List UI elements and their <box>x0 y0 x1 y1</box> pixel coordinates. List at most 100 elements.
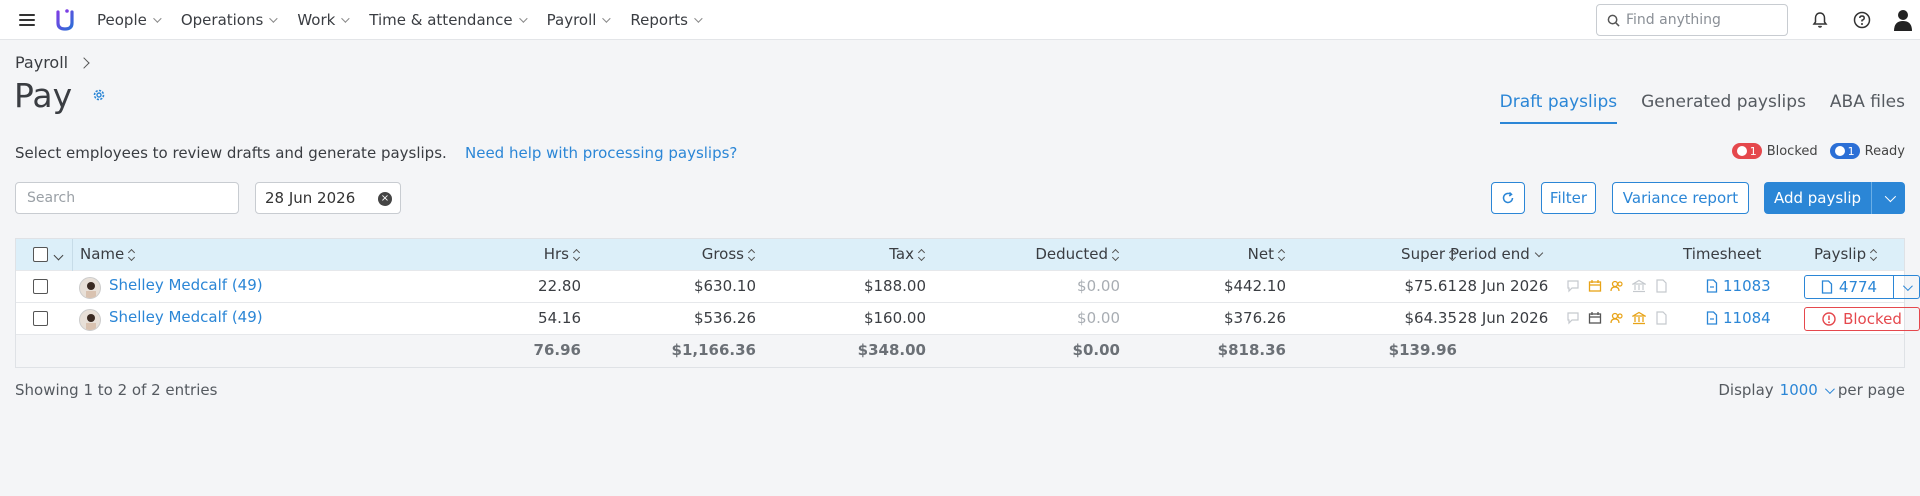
nav-payroll-label: Payroll <box>546 10 597 29</box>
tab-aba-files[interactable]: ABA files <box>1830 92 1905 124</box>
add-payslip-dropdown[interactable] <box>1871 182 1905 214</box>
gross-value: $630.10 <box>693 277 756 295</box>
user-avatar-icon[interactable] <box>1893 9 1913 31</box>
nav-people[interactable]: People <box>97 11 162 29</box>
page-size-control: Display 1000 per page <box>1718 381 1905 399</box>
help-processing-link[interactable]: Need help with processing payslips? <box>465 144 737 162</box>
help-icon[interactable] <box>1853 11 1871 29</box>
global-search-input[interactable] <box>1626 12 1776 28</box>
refresh-button[interactable] <box>1491 182 1525 214</box>
chevron-down-icon <box>1824 383 1835 394</box>
sort-icon <box>918 250 926 260</box>
nav-operations[interactable]: Operations <box>180 10 278 29</box>
col-period-end[interactable]: Period end <box>1450 245 1544 263</box>
payslip-dropdown[interactable] <box>1893 276 1919 298</box>
calendar-warning-icon[interactable] <box>1588 279 1602 293</box>
blocked-label: Blocked <box>1843 310 1902 328</box>
employee-name-link[interactable]: Shelley Medcalf (49) <box>109 308 263 326</box>
col-hrs-label: Hrs <box>543 245 569 263</box>
comment-icon[interactable] <box>1566 279 1580 293</box>
sort-icon <box>748 250 756 260</box>
timesheet-doc-icon <box>1706 279 1718 293</box>
payslip-button[interactable]: 4774 <box>1804 275 1920 299</box>
users-warning-icon[interactable] <box>1610 311 1624 325</box>
hrs-value: 22.80 <box>538 277 581 295</box>
row-checkbox[interactable] <box>33 311 48 326</box>
employee-avatar <box>79 277 101 299</box>
payslip-tabs: Draft payslips Generated payslips ABA fi… <box>1476 92 1905 124</box>
tab-generated-payslips[interactable]: Generated payslips <box>1641 92 1806 124</box>
add-payslip-label: Add payslip <box>1773 189 1862 207</box>
sort-icon <box>1112 250 1120 260</box>
page-size-select[interactable]: 1000 <box>1779 381 1835 399</box>
breadcrumb-payroll[interactable]: Payroll <box>15 53 68 72</box>
app-logo-icon[interactable] <box>55 8 75 32</box>
total-gross: $1,166.36 <box>671 341 756 359</box>
payslip-open[interactable]: 4774 <box>1805 278 1893 296</box>
entries-summary: Showing 1 to 2 of 2 entries <box>15 381 218 399</box>
table-header-row: Name Hrs Gross Tax Deducted Net Super Pe… <box>16 239 1904 271</box>
select-menu-chevron-icon[interactable] <box>53 245 64 263</box>
blocked-payslip-button[interactable]: Blocked <box>1804 307 1920 331</box>
ready-count-badge: 1 <box>1829 143 1860 159</box>
gear-icon[interactable] <box>92 88 106 102</box>
nav-operations-label: Operations <box>180 10 264 29</box>
bank-warning-icon[interactable] <box>1632 311 1646 325</box>
payslip-number: 4774 <box>1838 278 1878 296</box>
col-payslip[interactable]: Payslip <box>1814 245 1878 263</box>
net-value: $442.10 <box>1223 277 1286 295</box>
employee-search-input[interactable] <box>27 190 227 206</box>
nav-time-attendance-label: Time & attendance <box>369 10 513 29</box>
sort-icon <box>128 250 136 260</box>
col-super-label: Super <box>1401 245 1445 263</box>
period-end-value: 28 Jun 2026 <box>1458 309 1549 327</box>
col-period-end-label: Period end <box>1450 245 1530 263</box>
period-date-value: 28 Jun 2026 <box>265 189 356 207</box>
col-gross[interactable]: Gross <box>656 245 756 263</box>
row-checkbox[interactable] <box>33 279 48 294</box>
nav-work-label: Work <box>297 10 336 29</box>
chevron-down-icon <box>1884 190 1896 203</box>
col-hrs[interactable]: Hrs <box>496 245 581 263</box>
clear-date-icon[interactable]: × <box>378 192 392 206</box>
employee-search[interactable] <box>15 182 239 214</box>
bank-icon[interactable] <box>1632 279 1646 293</box>
col-name[interactable]: Name <box>80 245 136 263</box>
nav-work[interactable]: Work <box>297 10 350 29</box>
bell-icon[interactable] <box>1811 11 1829 29</box>
document-icon[interactable] <box>1654 279 1668 293</box>
nav-payroll[interactable]: Payroll <box>546 10 612 29</box>
calendar-icon[interactable] <box>1588 311 1602 325</box>
period-date-field[interactable]: 28 Jun 2026 × <box>255 182 401 214</box>
global-search[interactable] <box>1596 4 1788 36</box>
document-icon[interactable] <box>1654 311 1668 325</box>
select-all-checkbox[interactable] <box>33 247 48 262</box>
nav-time-attendance[interactable]: Time & attendance <box>369 10 528 29</box>
hamburger-menu-icon[interactable] <box>19 13 35 26</box>
nav-reports[interactable]: Reports <box>630 11 703 29</box>
super-value: $64.35 <box>1404 309 1458 327</box>
timesheet-link[interactable]: 11084 <box>1706 309 1771 327</box>
variance-report-button[interactable]: Variance report <box>1612 182 1749 214</box>
col-net[interactable]: Net <box>1186 245 1286 263</box>
gross-value: $536.26 <box>693 309 756 327</box>
page-size-value: 1000 <box>1779 381 1818 399</box>
col-super[interactable]: Super <box>1346 245 1457 263</box>
col-tax[interactable]: Tax <box>826 245 926 263</box>
table-row: Shelley Medcalf (49) 54.16 $536.26 $160.… <box>16 303 1920 335</box>
employee-name-link[interactable]: Shelley Medcalf (49) <box>109 276 263 294</box>
filter-button[interactable]: Filter <box>1541 182 1596 214</box>
add-payslip-button[interactable]: Add payslip <box>1764 182 1905 214</box>
chevron-right-icon <box>78 56 90 69</box>
col-deducted[interactable]: Deducted <box>996 245 1120 263</box>
blocked-count-badge: 1 <box>1731 143 1762 159</box>
row-status-icons <box>1566 311 1676 325</box>
tab-draft-payslips[interactable]: Draft payslips <box>1499 92 1618 124</box>
employee-avatar <box>79 309 101 331</box>
breadcrumb[interactable]: Payroll <box>15 53 90 72</box>
col-deducted-label: Deducted <box>1035 245 1108 263</box>
comment-icon[interactable] <box>1566 311 1580 325</box>
timesheet-link[interactable]: 11083 <box>1706 277 1771 295</box>
top-navbar: People Operations Work Time & attendance… <box>0 0 1920 40</box>
users-warning-icon[interactable] <box>1610 279 1624 293</box>
